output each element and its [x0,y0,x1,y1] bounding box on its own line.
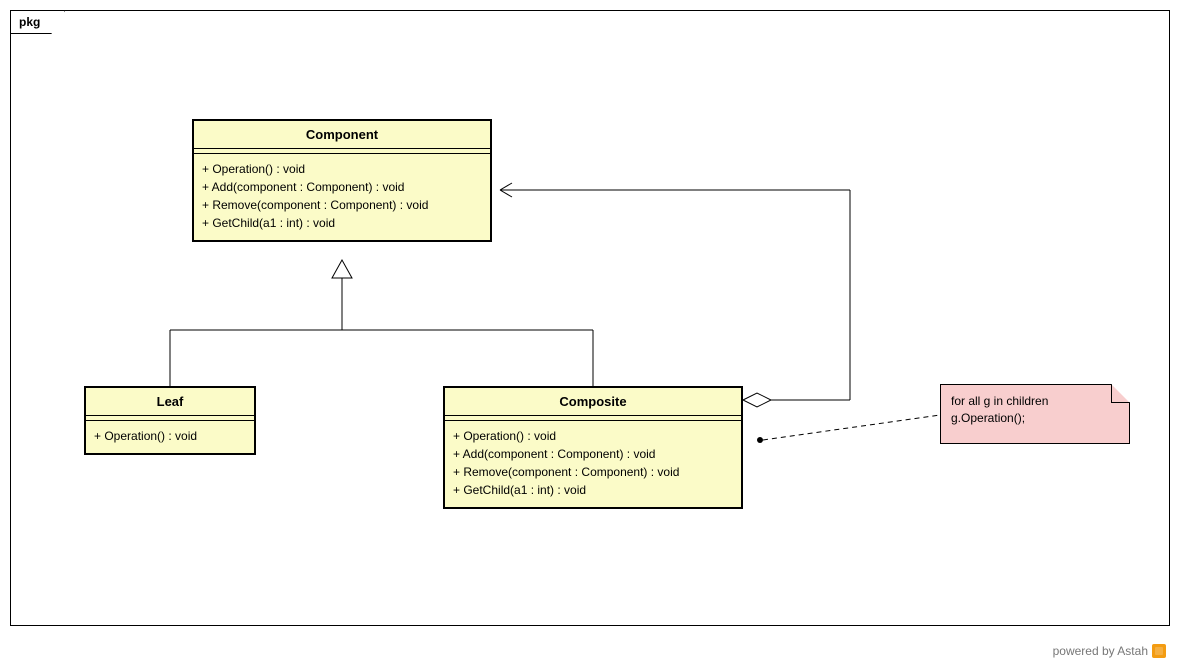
class-member: + GetChild(a1 : int) : void [453,481,733,499]
class-leaf[interactable]: Leaf + Operation() : void [84,386,256,455]
class-member: + Operation() : void [453,427,733,445]
class-member: + Operation() : void [94,427,246,445]
class-component-title: Component [194,121,490,149]
class-member: + Remove(component : Component) : void [202,196,482,214]
branding-footer: powered by Astah [1053,644,1166,658]
class-member: + Remove(component : Component) : void [453,463,733,481]
diagram-canvas: pkg Component + Operation() : void + Add… [0,0,1182,662]
class-composite-members: + Operation() : void + Add(component : C… [445,421,741,507]
class-member: + GetChild(a1 : int) : void [202,214,482,232]
class-component[interactable]: Component + Operation() : void + Add(com… [192,119,492,242]
class-leaf-members: + Operation() : void [86,421,254,453]
package-frame: pkg [10,10,1170,626]
uml-note[interactable]: for all g in children g.Operation(); [940,384,1130,444]
class-composite-title: Composite [445,388,741,416]
class-member: + Add(component : Component) : void [202,178,482,196]
note-text-line: g.Operation(); [951,410,1119,427]
class-member: + Operation() : void [202,160,482,178]
package-label: pkg [10,10,65,34]
class-leaf-title: Leaf [86,388,254,416]
class-composite[interactable]: Composite + Operation() : void + Add(com… [443,386,743,509]
astah-logo-icon [1152,644,1166,658]
class-member: + Add(component : Component) : void [453,445,733,463]
note-text-line: for all g in children [951,393,1119,410]
class-component-members: + Operation() : void + Add(component : C… [194,154,490,240]
branding-text: powered by Astah [1053,644,1148,658]
